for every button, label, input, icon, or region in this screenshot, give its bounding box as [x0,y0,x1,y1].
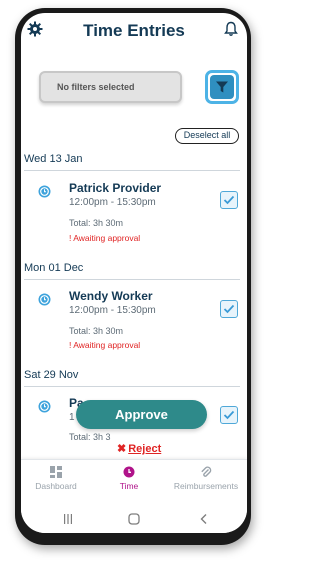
check-icon [223,304,235,314]
approve-button[interactable]: Approve [76,400,207,429]
nav-label: Reimbursements [173,481,239,491]
page-title: Time Entries [83,21,185,40]
deselect-all-button[interactable]: Deselect all [175,128,239,144]
clock-icon [123,466,135,478]
entry-checkbox[interactable] [220,300,238,318]
clock-icon [38,293,51,306]
entry-time: 12:00pm - 15:30pm [69,305,156,316]
entry-checkbox[interactable] [220,406,238,424]
entry-total: Total: 3h 3 [69,432,111,442]
app-header: Time Entries [21,13,247,49]
bell-icon[interactable] [224,21,238,37]
nav-label: Dashboard [35,481,77,491]
filter-button-inner [210,75,234,99]
entry-status: ! Awaiting approval [69,340,141,350]
app-screen: Time Entries No filters selected Deselec… [21,13,247,533]
reject-label: Reject [128,443,162,455]
home-icon[interactable] [128,513,140,525]
divider [24,170,240,171]
nav-item-dashboard[interactable]: Dashboard [27,466,85,491]
close-icon: ✖ [117,443,127,455]
entry-name: Patrick Provider [69,181,162,195]
section-date: Sat 29 Nov [24,369,79,381]
recent-apps-icon[interactable] [63,513,73,525]
entry-total: Total: 3h 30m [69,326,124,336]
nav-item-reimbursements[interactable]: Reimbursements [167,466,245,491]
clock-icon [38,400,51,413]
filter-button[interactable] [205,70,239,104]
bottom-nav: Dashboard Time Reimbursements [21,459,247,507]
clock-icon [38,185,51,198]
check-icon [223,195,235,205]
entry-checkbox[interactable] [220,191,238,209]
entry-time: 12:00pm - 15:30pm [69,197,156,208]
divider [24,386,240,387]
check-icon [223,410,235,420]
back-icon[interactable] [199,513,209,525]
nav-item-time[interactable]: Time [109,466,149,491]
entry-total: Total: 3h 30m [69,218,124,228]
dashboard-icon [50,466,62,478]
filter-icon [216,81,228,93]
entry-name: Wendy Worker [69,289,153,303]
section-date: Wed 13 Jan [24,153,83,165]
entry-status: ! Awaiting approval [69,233,141,243]
nav-label: Time [119,481,139,491]
filter-summary-field[interactable]: No filters selected [39,71,182,103]
reject-button[interactable]: ✖ Reject [117,442,161,455]
section-date: Mon 01 Dec [24,262,84,274]
entry-time: 1 [69,412,75,423]
divider [24,279,240,280]
paperclip-icon [201,466,212,477]
system-nav-bar [21,507,247,533]
